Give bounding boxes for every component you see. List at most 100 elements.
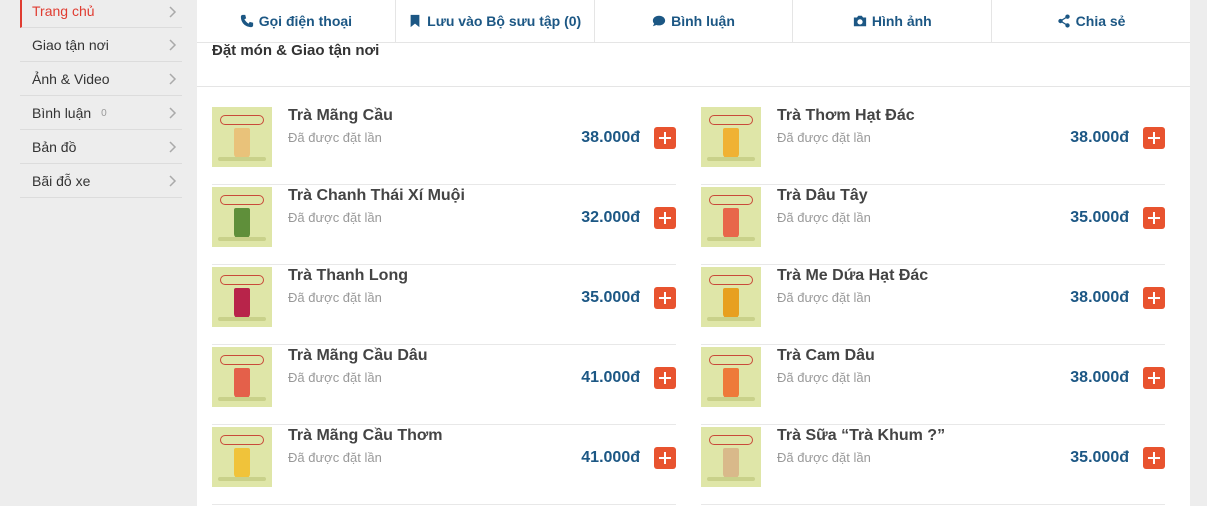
add-to-cart-button[interactable] <box>654 287 676 309</box>
add-to-cart-button[interactable] <box>1143 447 1165 469</box>
add-to-cart-button[interactable] <box>654 447 676 469</box>
menu-item-price: 41.000đ <box>581 449 640 466</box>
menu-item: Trà Mãng Cầu Dâu Đã được đặt lần 41.000đ <box>212 345 676 425</box>
menu-item-name[interactable]: Trà Cam Dâu <box>777 347 875 365</box>
sidebar-item-label: Trang chủ <box>32 3 95 19</box>
save-collection-button[interactable]: Lưu vào Bộ sưu tập (0) <box>396 0 595 42</box>
drink-glass <box>234 128 250 158</box>
menu-item-price: 41.000đ <box>581 369 640 386</box>
chevron-right-icon <box>169 38 177 51</box>
menu-item-price: 35.000đ <box>1070 209 1129 226</box>
menu-item: Trà Thanh Long Đã được đặt lần 35.000đ <box>212 265 676 345</box>
comment-button[interactable]: Bình luận <box>595 0 794 42</box>
add-to-cart-button[interactable] <box>1143 127 1165 149</box>
promo-tag <box>709 355 753 365</box>
menu-item-thumbnail[interactable] <box>212 107 272 167</box>
sidebar-item-home[interactable]: Trang chủ <box>20 0 182 28</box>
menu-item-thumbnail[interactable] <box>701 347 761 407</box>
drink-glass <box>723 368 739 398</box>
promo-tag <box>709 435 753 445</box>
menu-item: Trà Mãng Cầu Đã được đặt lần 38.000đ <box>212 105 676 185</box>
sidebar-item-label: Giao tận nơi <box>32 36 109 53</box>
comment-icon <box>652 15 666 27</box>
save-collection-label: Lưu vào Bộ sưu tập (0) <box>427 13 582 29</box>
menu-item-price: 35.000đ <box>581 289 640 306</box>
menu-item-thumbnail[interactable] <box>212 347 272 407</box>
menu-item-name[interactable]: Trà Me Dứa Hạt Đác <box>777 267 928 285</box>
add-to-cart-button[interactable] <box>1143 367 1165 389</box>
sidebar-item-parking[interactable]: Bãi đỗ xe <box>20 164 182 198</box>
add-to-cart-button[interactable] <box>1143 207 1165 229</box>
menu-item-name[interactable]: Trà Thơm Hạt Đác <box>777 107 915 125</box>
sidebar: Trang chủ Giao tận nơi Ảnh & Video Bình … <box>20 0 182 198</box>
menu-item: Trà Me Dứa Hạt Đác Đã được đặt lần 38.000đ <box>701 265 1165 345</box>
sidebar-item-map[interactable]: Bản đồ <box>20 130 182 164</box>
call-button[interactable]: Gọi điện thoại <box>197 0 396 42</box>
menu-item-thumbnail[interactable] <box>701 427 761 487</box>
phone-icon <box>240 14 253 28</box>
sidebar-item-media[interactable]: Ảnh & Video <box>20 62 182 96</box>
menu-item-name[interactable]: Trà Chanh Thái Xí Muội <box>288 187 465 205</box>
menu-item-name[interactable]: Trà Thanh Long <box>288 267 408 285</box>
chevron-right-icon <box>169 174 177 187</box>
share-icon <box>1057 14 1070 28</box>
menu-item: Trà Thơm Hạt Đác Đã được đặt lần 38.000đ <box>701 105 1165 185</box>
menu-item: Trà Sữa “Trà Khum ?” Đã được đặt lần 35.00… <box>701 425 1165 505</box>
sidebar-item-label: Ảnh & Video <box>32 70 110 87</box>
menu-item-thumbnail[interactable] <box>212 427 272 487</box>
main-panel: Gọi điện thoại Lưu vào Bộ sưu tập (0) Bì… <box>197 0 1190 506</box>
share-button[interactable]: Chia sẻ <box>992 0 1190 42</box>
thumbnail-base <box>218 157 266 161</box>
sidebar-item-comments[interactable]: Bình luận 0 <box>20 96 182 130</box>
menu-item-price: 32.000đ <box>581 209 640 226</box>
photos-button[interactable]: Hình ảnh <box>793 0 993 42</box>
menu-item-thumbnail[interactable] <box>701 187 761 247</box>
menu-item-order-count: Đã được đặt lần <box>288 450 382 465</box>
promo-tag <box>709 195 753 205</box>
menu-item-name[interactable]: Trà Dâu Tây <box>777 187 868 205</box>
add-to-cart-button[interactable] <box>1143 287 1165 309</box>
promo-tag <box>709 275 753 285</box>
menu-item: Trà Cam Dâu Đã được đặt lần 38.000đ <box>701 345 1165 425</box>
drink-glass <box>723 208 739 238</box>
sidebar-item-delivery[interactable]: Giao tận nơi <box>20 28 182 62</box>
menu-item-price: 38.000đ <box>1070 289 1129 306</box>
drink-glass <box>234 288 250 318</box>
menu-item: Trà Chanh Thái Xí Muội Đã được đặt lần 32.… <box>212 185 676 265</box>
add-to-cart-button[interactable] <box>654 367 676 389</box>
menu-item-thumbnail[interactable] <box>212 187 272 247</box>
section-title: Đặt món & Giao tận nơi <box>197 43 1190 87</box>
thumbnail-base <box>707 317 755 321</box>
menu-item-thumbnail[interactable] <box>701 107 761 167</box>
menu-item-order-count: Đã được đặt lần <box>777 450 871 465</box>
bookmark-icon <box>410 14 420 28</box>
menu-item-order-count: Đã được đặt lần <box>288 130 382 145</box>
drink-glass <box>723 448 739 478</box>
menu-item-name[interactable]: Trà Mãng Cầu Dâu <box>288 347 428 365</box>
menu-list: Trà Mãng Cầu Đã được đặt lần 38.000đ Trà Th… <box>212 105 1165 505</box>
menu-item-price: 38.000đ <box>1070 369 1129 386</box>
menu-item-order-count: Đã được đặt lần <box>288 210 382 225</box>
share-button-label: Chia sẻ <box>1075 13 1126 29</box>
promo-tag <box>220 115 264 125</box>
menu-item-thumbnail[interactable] <box>701 267 761 327</box>
call-button-label: Gọi điện thoại <box>258 13 353 29</box>
promo-tag <box>220 435 264 445</box>
menu-item-name[interactable]: Trà Mãng Cầu <box>288 107 393 125</box>
promo-tag <box>220 195 264 205</box>
thumbnail-base <box>218 237 266 241</box>
menu-item-name[interactable]: Trà Mãng Cầu Thơm <box>288 427 443 445</box>
add-to-cart-button[interactable] <box>654 127 676 149</box>
menu-item: Trà Mãng Cầu Thơm Đã được đặt lần 41.000đ <box>212 425 676 505</box>
drink-glass <box>723 288 739 318</box>
add-to-cart-button[interactable] <box>654 207 676 229</box>
drink-glass <box>234 368 250 398</box>
sidebar-item-label: Bãi đỗ xe <box>32 172 91 189</box>
promo-tag <box>709 115 753 125</box>
menu-item-thumbnail[interactable] <box>212 267 272 327</box>
menu-item-order-count: Đã được đặt lần <box>288 370 382 385</box>
thumbnail-base <box>218 397 266 401</box>
drink-glass <box>234 448 250 478</box>
menu-item-name[interactable]: Trà Sữa “Trà Khum ?” <box>777 427 945 445</box>
menu-item-price: 35.000đ <box>1070 449 1129 466</box>
